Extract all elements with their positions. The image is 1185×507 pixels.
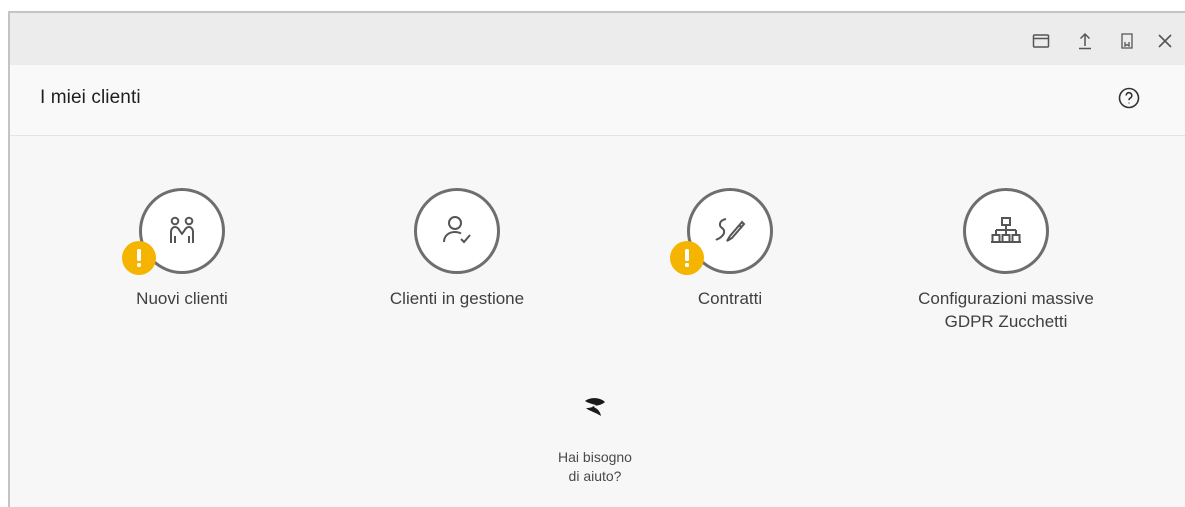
zucchetti-logo xyxy=(585,398,605,416)
maximize-icon[interactable] xyxy=(1029,29,1053,53)
tile-label: Configurazioni massive GDPR Zucchetti xyxy=(876,287,1136,333)
content-area: Nuovi clienti Clienti in gestione Contra… xyxy=(10,136,1185,507)
upload-icon[interactable] xyxy=(1073,29,1097,53)
tile-icon-circle xyxy=(414,188,500,274)
help-text-line: di aiuto? xyxy=(568,468,622,484)
app-window: I miei clienti Nuovi clienti Clienti in … xyxy=(8,11,1185,507)
tile-label: Contratti xyxy=(697,289,763,308)
tile-clienti-in-gestione[interactable]: Clienti in gestione xyxy=(327,188,587,310)
tile-nuovi-clienti[interactable]: Nuovi clienti xyxy=(52,188,312,310)
tile-contratti[interactable]: Contratti xyxy=(600,188,860,310)
bookmark-icon[interactable] xyxy=(1115,29,1139,53)
close-icon[interactable] xyxy=(1153,29,1177,53)
tile-configurazioni-massive[interactable]: Configurazioni massive GDPR Zucchetti xyxy=(876,188,1136,333)
exclamation-icon xyxy=(137,249,141,267)
tile-icon-circle xyxy=(122,188,225,275)
exclamation-icon xyxy=(685,249,689,267)
warning-badge xyxy=(122,241,156,275)
warning-badge xyxy=(670,241,704,275)
tile-icon-circle xyxy=(670,188,773,275)
user-check-icon xyxy=(443,216,471,244)
hierarchy-icon xyxy=(991,217,1021,243)
question-circle-icon[interactable] xyxy=(1117,86,1141,110)
page-title: I miei clienti xyxy=(40,87,141,108)
window-titlebar xyxy=(10,13,1185,65)
signature-icon xyxy=(715,218,746,242)
tile-label-line: GDPR Zucchetti xyxy=(944,312,1068,331)
tile-label: Nuovi clienti xyxy=(136,289,228,308)
help-text: Hai bisogno di aiuto? xyxy=(535,448,655,486)
people-icon xyxy=(170,216,194,243)
page-header: I miei clienti xyxy=(10,65,1185,136)
help-text-line: Hai bisogno xyxy=(558,449,632,465)
tile-label-line: Configurazioni massive xyxy=(918,289,1094,308)
tile-label: Clienti in gestione xyxy=(389,289,525,308)
tile-icon-circle xyxy=(963,188,1049,274)
help-link[interactable]: Hai bisogno di aiuto? xyxy=(535,396,655,486)
